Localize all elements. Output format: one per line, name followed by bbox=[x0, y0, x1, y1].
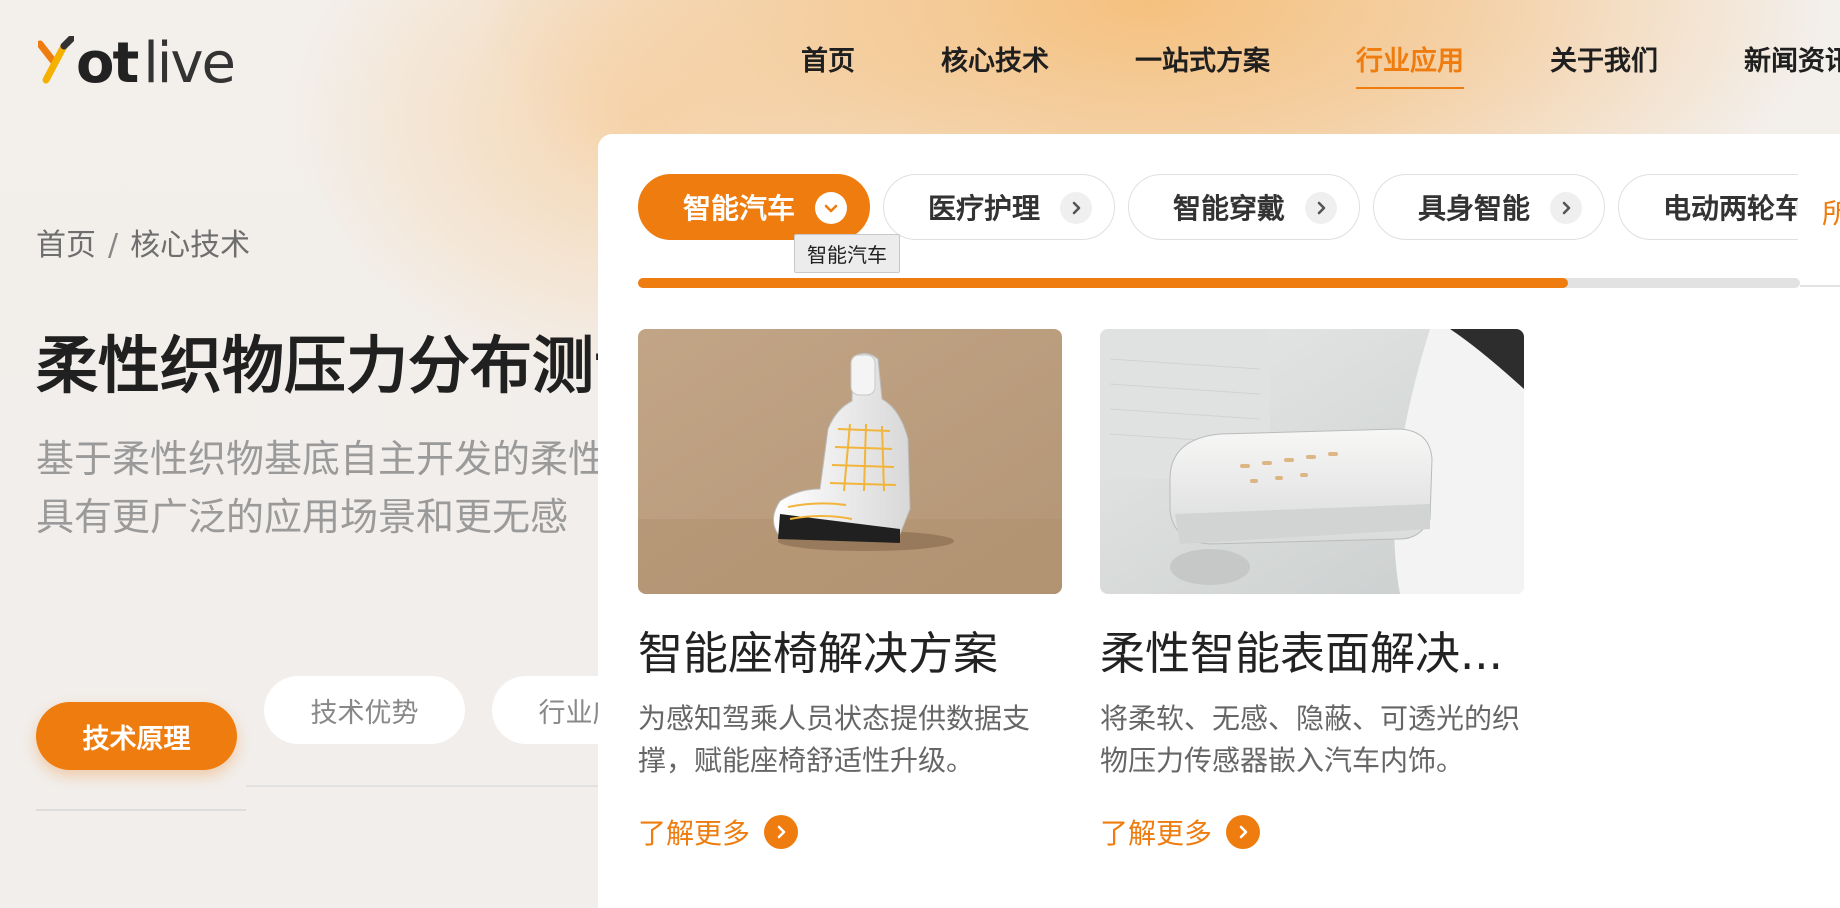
solution-card[interactable]: 智能座椅解决方案 为感知驾乘人员状态提供数据支撑，赋能座椅舒适性升级。 了解更多 bbox=[638, 329, 1062, 852]
learn-more-link[interactable]: 了解更多 bbox=[1100, 812, 1524, 852]
tooltip: 智能汽车 bbox=[794, 234, 900, 273]
category-scroll-track[interactable] bbox=[638, 278, 1800, 288]
category-embodied-ai[interactable]: 具身智能 bbox=[1373, 174, 1605, 240]
description-line-2: 具有更广泛的应用场景和更无感 bbox=[36, 495, 569, 539]
learn-more-link[interactable]: 了解更多 bbox=[638, 812, 1062, 852]
card-description: 将柔软、无感、隐蔽、可透光的织物压力传感器嵌入汽车内饰。 bbox=[1100, 702, 1521, 777]
category-e-bike[interactable]: 电动两轮车 bbox=[1618, 174, 1798, 240]
category-label: 具身智能 bbox=[1418, 192, 1531, 225]
learn-more-label: 了解更多 bbox=[1100, 817, 1213, 850]
divider-line bbox=[36, 809, 246, 811]
industry-dropdown-panel: 智能汽车 医疗护理 智能穿戴 具身智能 电动两轮车 所 智能汽车 智能座椅解决方… bbox=[598, 134, 1840, 908]
nav-item-about[interactable]: 关于我们 bbox=[1550, 44, 1658, 80]
smart-surface-image bbox=[1100, 329, 1524, 594]
category-label: 电动两轮车 bbox=[1663, 192, 1798, 225]
site-logo[interactable]: ot live bbox=[36, 34, 236, 92]
breadcrumb: 首页 / 核心技术 bbox=[36, 220, 250, 264]
category-label: 智能穿戴 bbox=[1173, 192, 1286, 225]
category-more-link[interactable]: 所 bbox=[1822, 192, 1840, 232]
divider-line bbox=[1800, 285, 1840, 287]
divider-line bbox=[246, 785, 626, 787]
nav-item-news[interactable]: 新闻资讯 bbox=[1744, 44, 1840, 80]
card-title[interactable]: 智能座椅解决方案 bbox=[638, 624, 1062, 684]
chevron-right-icon bbox=[1060, 192, 1092, 224]
category-label: 医疗护理 bbox=[928, 192, 1041, 225]
chevron-right-icon bbox=[1305, 192, 1337, 224]
logo-wordmark: ot live bbox=[76, 36, 236, 92]
arrow-right-icon bbox=[764, 815, 799, 849]
card-description: 为感知驾乘人员状态提供数据支撑，赋能座椅舒适性升级。 bbox=[638, 702, 1031, 777]
category-scroll-thumb[interactable] bbox=[638, 278, 1568, 288]
category-label: 智能汽车 bbox=[683, 192, 796, 225]
tab-advantages[interactable]: 技术优势 bbox=[264, 676, 465, 744]
category-smart-car[interactable]: 智能汽车 bbox=[638, 174, 870, 240]
category-medical[interactable]: 医疗护理 bbox=[883, 174, 1115, 240]
smart-seat-image bbox=[638, 329, 1062, 594]
page-title: 柔性织物压力分布测试 bbox=[36, 329, 657, 402]
category-wearables[interactable]: 智能穿戴 bbox=[1128, 174, 1360, 240]
breadcrumb-separator: / bbox=[108, 228, 119, 263]
category-tabs: 智能汽车 医疗护理 智能穿戴 具身智能 电动两轮车 bbox=[638, 174, 1798, 240]
breadcrumb-current: 核心技术 bbox=[130, 228, 251, 263]
logo-mark-icon bbox=[36, 34, 76, 92]
tab-principle[interactable]: 技术原理 bbox=[36, 702, 237, 770]
nav-item-solutions[interactable]: 一站式方案 bbox=[1135, 44, 1270, 80]
arrow-right-icon bbox=[1226, 815, 1261, 849]
solution-card[interactable]: 柔性智能表面解决... 将柔软、无感、隐蔽、可透光的织物压力传感器嵌入汽车内饰。… bbox=[1100, 329, 1524, 852]
nav-item-industry[interactable]: 行业应用 bbox=[1356, 44, 1464, 89]
chevron-down-icon bbox=[815, 192, 847, 224]
breadcrumb-home[interactable]: 首页 bbox=[36, 228, 96, 263]
description-line-1: 基于柔性织物基底自主开发的柔性 bbox=[36, 437, 607, 481]
nav-item-home[interactable]: 首页 bbox=[801, 44, 855, 80]
card-title[interactable]: 柔性智能表面解决... bbox=[1100, 624, 1524, 684]
page-description: 基于柔性织物基底自主开发的柔性 具有更广泛的应用场景和更无感 bbox=[36, 430, 606, 546]
learn-more-label: 了解更多 bbox=[638, 817, 751, 850]
logo-text-bold: ot bbox=[76, 31, 139, 96]
logo-text-light: live bbox=[143, 31, 236, 96]
main-nav: 首页 核心技术 一站式方案 行业应用 关于我们 新闻资讯 bbox=[715, 44, 1840, 89]
nav-item-core-tech[interactable]: 核心技术 bbox=[941, 44, 1049, 80]
chevron-right-icon bbox=[1550, 192, 1582, 224]
